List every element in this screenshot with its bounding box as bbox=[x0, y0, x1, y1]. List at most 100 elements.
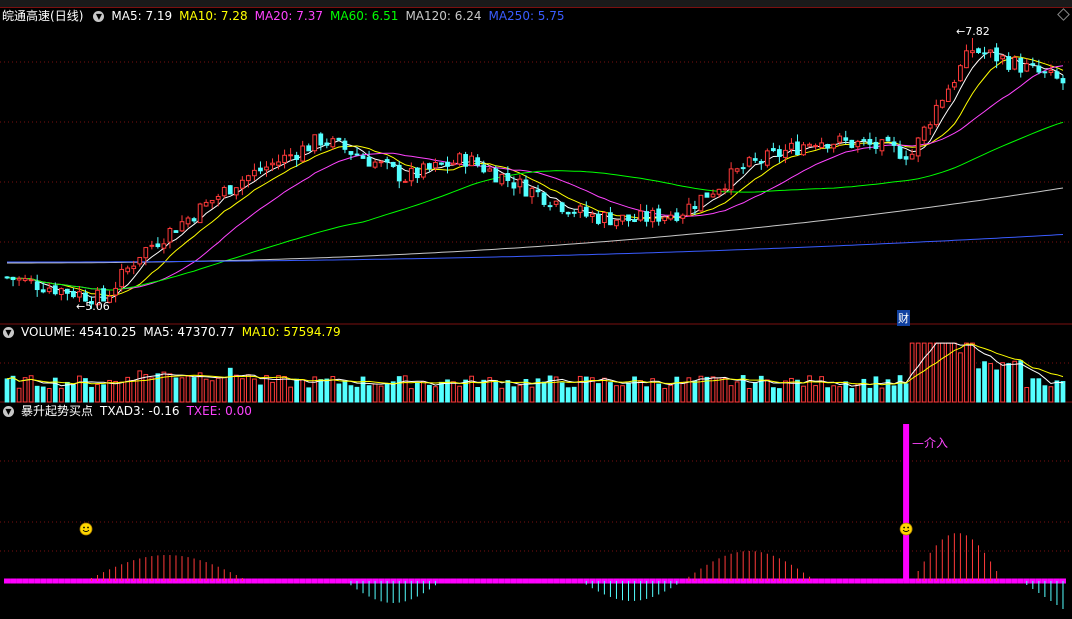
volume-bar bbox=[149, 377, 155, 403]
candle-body bbox=[746, 157, 752, 167]
volume-bar bbox=[867, 387, 873, 403]
candle-body bbox=[360, 155, 366, 159]
chevron-down-icon[interactable]: ▼ bbox=[3, 405, 14, 417]
signal-dot bbox=[999, 578, 1006, 584]
volume-bar bbox=[656, 383, 662, 403]
candle-body bbox=[348, 151, 354, 155]
price-legend: 皖通高速 (日线) ▼ MA5: 7.19 MA10: 7.28 MA20: 7… bbox=[0, 7, 572, 25]
high-price-annotation: ←7.82 bbox=[956, 25, 990, 38]
candle-body bbox=[517, 178, 523, 188]
candle-body bbox=[77, 291, 82, 298]
signal-dot bbox=[909, 578, 916, 584]
volume-bar bbox=[752, 382, 758, 403]
volume-bar bbox=[933, 342, 939, 403]
volume-bar bbox=[22, 377, 28, 403]
candle-body bbox=[354, 153, 360, 156]
candle-body bbox=[270, 162, 275, 166]
candle-body bbox=[342, 140, 348, 150]
signal-dot bbox=[480, 578, 487, 584]
signal-dot bbox=[58, 578, 65, 584]
signal-dot bbox=[565, 578, 572, 584]
volume-bar bbox=[499, 387, 505, 403]
volume-bar bbox=[698, 375, 704, 403]
volume-bar bbox=[541, 381, 547, 403]
signal-dot bbox=[522, 578, 529, 584]
volume-bar bbox=[614, 385, 619, 403]
candle-body bbox=[511, 182, 517, 189]
signal-dot bbox=[305, 578, 312, 584]
candle-body bbox=[28, 279, 34, 282]
volume-bar bbox=[849, 388, 855, 403]
candle-body bbox=[589, 213, 595, 217]
signal-dot bbox=[474, 578, 481, 584]
volume-bar bbox=[179, 377, 185, 403]
candle-body bbox=[161, 243, 167, 249]
volume-bar bbox=[825, 387, 831, 403]
candle-body bbox=[179, 221, 185, 232]
candle-body bbox=[577, 205, 583, 213]
signal-dot bbox=[275, 578, 282, 584]
volume-bar bbox=[565, 387, 571, 403]
candle-body bbox=[318, 133, 324, 146]
candle-body bbox=[662, 216, 668, 222]
volume-bar bbox=[674, 376, 680, 403]
smiley-eye bbox=[903, 526, 905, 529]
signal-dot bbox=[462, 578, 469, 584]
signal-dot bbox=[1005, 578, 1012, 584]
candle-body bbox=[1042, 71, 1048, 74]
candle-body bbox=[330, 138, 336, 148]
volume-bar bbox=[770, 387, 776, 403]
candle-body bbox=[390, 161, 396, 167]
volume-bar bbox=[988, 363, 993, 403]
volume-bar bbox=[420, 380, 426, 403]
candle-body bbox=[614, 219, 619, 227]
volume-bar bbox=[976, 368, 981, 403]
candle-body bbox=[988, 49, 993, 53]
grid-lines bbox=[0, 61, 1072, 552]
candle-body bbox=[674, 212, 680, 221]
volume-bar bbox=[891, 385, 897, 403]
volume-bar bbox=[77, 375, 82, 403]
volume-bar bbox=[571, 386, 577, 403]
signal-dot bbox=[535, 578, 542, 584]
candle-body bbox=[770, 148, 776, 152]
volume-label: VOLUME: 45410.25 bbox=[21, 325, 137, 339]
financial-report-badge[interactable]: 财 bbox=[897, 310, 910, 326]
candle-body bbox=[246, 175, 251, 182]
chevron-down-icon[interactable]: ▼ bbox=[93, 10, 105, 22]
candle-body bbox=[445, 161, 450, 167]
candle-body bbox=[982, 52, 987, 55]
indicator-legend: ▼ 暴升起势买点 TXAD3: -0.16 TXEE: 0.00 bbox=[0, 402, 259, 420]
signal-dot bbox=[329, 578, 336, 584]
volume-bar bbox=[626, 382, 631, 403]
volume-bar bbox=[414, 382, 420, 403]
signal-dot bbox=[547, 578, 554, 584]
volume-bar bbox=[246, 374, 251, 403]
candle-body bbox=[523, 179, 529, 197]
candle-body bbox=[420, 163, 426, 178]
smiley-eye bbox=[907, 526, 909, 529]
candle-body bbox=[620, 214, 625, 222]
volume-bar bbox=[620, 385, 625, 403]
candle-body bbox=[113, 287, 119, 296]
signal-dot bbox=[281, 578, 288, 584]
candle-body bbox=[722, 188, 728, 191]
volume-bar bbox=[692, 380, 698, 403]
signal-dot bbox=[293, 578, 300, 584]
volume-bar bbox=[457, 385, 462, 403]
txad3-label: TXAD3: -0.16 bbox=[100, 404, 180, 418]
volume-bar bbox=[777, 388, 782, 403]
candle-body bbox=[867, 138, 873, 145]
candle-body bbox=[336, 137, 342, 141]
candle-body bbox=[583, 206, 589, 217]
entry-line-icon: — bbox=[912, 436, 924, 450]
volume-bar bbox=[408, 388, 414, 403]
signal-dot bbox=[450, 578, 457, 584]
chevron-down-icon[interactable]: ▼ bbox=[3, 326, 14, 338]
candle-body bbox=[10, 276, 16, 281]
candle-body bbox=[16, 277, 22, 281]
signal-dot bbox=[317, 578, 324, 584]
candle-body bbox=[909, 153, 915, 160]
candle-body bbox=[831, 143, 837, 149]
signal-dot bbox=[269, 578, 276, 584]
